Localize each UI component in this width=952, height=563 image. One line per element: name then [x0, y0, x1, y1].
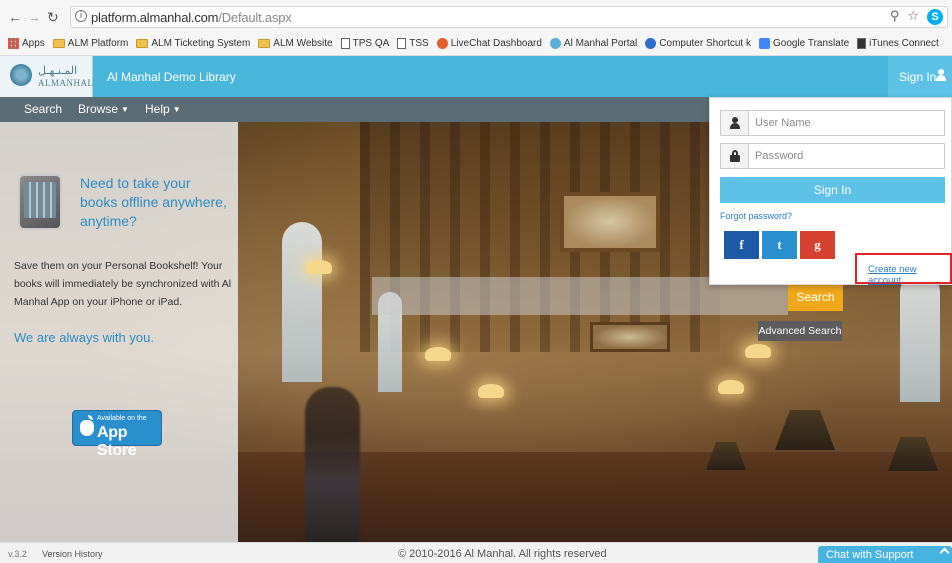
advanced-search-button[interactable]: Advanced Search [758, 321, 842, 341]
site-logo[interactable]: المـنـهـل ALMANHAL [0, 56, 93, 97]
caret-down-icon: ▼ [172, 105, 181, 114]
logo-emblem-icon [10, 64, 32, 86]
chandelier [478, 384, 504, 398]
folder-icon [258, 38, 271, 48]
site-title: Al Manhal Demo Library [107, 70, 236, 84]
version-history-link[interactable]: Version History [42, 549, 103, 559]
facebook-login-button[interactable]: f [724, 231, 759, 259]
bookmark-alm-ticketing[interactable]: ALM Ticketing System [136, 38, 250, 49]
forward-arrow-icon[interactable]: → [27, 9, 41, 25]
site-header: المـنـهـل ALMANHAL Al Manhal Demo Librar… [0, 56, 952, 97]
header-signin-label: Sign In [899, 70, 937, 84]
bookmark-apps[interactable]: Apps [8, 37, 45, 49]
apple-icon [80, 415, 94, 436]
bookmark-itunes-connect[interactable]: iTunes Connect [857, 37, 939, 49]
browser-chrome: ← → ↻ i platform.almanhal.com/Default.as… [0, 0, 952, 56]
arched-window [900, 272, 940, 402]
nav-help[interactable]: Help ▼ [145, 102, 181, 116]
chandelier [745, 344, 771, 358]
page-icon [397, 37, 407, 49]
bookmark-google-translate[interactable]: Google Translate [759, 37, 849, 49]
promo-title: Need to take your books offline anywhere… [80, 175, 227, 229]
search-button[interactable]: Search [788, 283, 843, 311]
chandelier [718, 380, 744, 394]
chrome-icon [645, 37, 657, 49]
desk-lamp [706, 442, 746, 470]
almanhal-icon [549, 37, 561, 49]
tablet-bookshelf-icon [16, 174, 66, 232]
bookmark-tss[interactable]: TSS [397, 37, 429, 49]
app-store-big-text: App Store [97, 424, 137, 459]
pin-icon[interactable]: ⚲ [890, 9, 900, 25]
lock-icon [730, 150, 740, 162]
facebook-icon: f [739, 237, 744, 252]
twitter-login-button[interactable]: t [762, 231, 797, 259]
bookmark-star-icon[interactable]: ☆ [907, 9, 919, 25]
footer: v.3.2 Version History © 2010-2016 Al Man… [0, 542, 952, 563]
bookmark-almanhal-portal[interactable]: Al Manhal Portal [549, 37, 637, 49]
url-text: platform.almanhal.com/Default.aspx [91, 10, 292, 25]
user-icon [730, 117, 740, 129]
chat-with-support-button[interactable]: Chat with Support [818, 546, 952, 563]
twitter-icon: t [777, 237, 782, 252]
info-icon[interactable]: i [75, 10, 87, 22]
promo-panel: Need to take your books offline anywhere… [0, 122, 238, 542]
header-signin-button[interactable]: Sign In [888, 56, 952, 97]
caret-down-icon: ▼ [121, 105, 129, 114]
google-login-button[interactable]: g [800, 231, 835, 259]
page-icon [340, 37, 350, 49]
bookmark-livechat[interactable]: LiveChat Dashboard [436, 37, 542, 49]
ceiling-painting [590, 322, 670, 352]
reload-icon[interactable]: ↻ [47, 9, 59, 25]
bookmark-alm-platform[interactable]: ALM Platform [52, 38, 128, 49]
livechat-icon [436, 37, 448, 49]
signin-button[interactable]: Sign In [720, 177, 945, 203]
username-field[interactable] [720, 110, 945, 136]
forgot-password-link[interactable]: Forgot password? [720, 211, 792, 221]
arched-window [282, 222, 322, 382]
bookmark-tps-qa[interactable]: TPS QA [340, 37, 389, 49]
logo-arabic-text: المـنـهـل [38, 65, 78, 77]
app-store-small-text: Available on the [97, 415, 147, 422]
chevron-up-icon [939, 547, 950, 558]
desk-lamp [888, 437, 938, 471]
desk-lamp [775, 410, 835, 450]
folder-icon [136, 38, 149, 48]
google-icon: g [814, 237, 821, 252]
nav-search[interactable]: Search [24, 102, 62, 116]
logo-english-text: ALMANHAL [38, 78, 94, 88]
nav-browse[interactable]: Browse ▼ [78, 102, 129, 116]
itunes-icon [857, 37, 867, 49]
promo-body: Save them on your Personal Bookshelf! Yo… [14, 260, 232, 308]
user-icon [936, 69, 946, 81]
version-number: v.3.2 [8, 549, 27, 559]
back-arrow-icon[interactable]: ← [8, 9, 22, 25]
walking-person [305, 387, 360, 542]
bookmark-alm-website[interactable]: ALM Website [258, 38, 333, 49]
ceiling-decoration [360, 122, 720, 352]
apps-icon [8, 37, 19, 49]
chandelier [306, 260, 332, 274]
translate-icon [759, 37, 770, 49]
chandelier [425, 347, 451, 361]
address-bar[interactable]: i platform.almanhal.com/Default.aspx ⚲ ☆… [70, 6, 948, 28]
username-input[interactable] [755, 115, 935, 131]
create-account-link[interactable]: Create new account [868, 264, 952, 286]
bookmarks-bar: Apps ALM Platform ALM Ticketing System A… [8, 34, 939, 52]
skype-extension-icon[interactable]: S [927, 9, 943, 25]
promo-tagline: We are always with you. [14, 330, 154, 345]
app-store-badge[interactable]: Available on the App Store [72, 410, 162, 459]
password-input[interactable] [755, 148, 935, 164]
bookmark-computer-shortcut[interactable]: Computer Shortcut k [645, 37, 751, 49]
password-field[interactable] [720, 143, 945, 169]
folder-icon [52, 38, 65, 48]
ceiling-painting [560, 192, 660, 252]
chat-label: Chat with Support [826, 549, 914, 561]
copyright-text: © 2010-2016 Al Manhal. All rights reserv… [398, 548, 607, 560]
